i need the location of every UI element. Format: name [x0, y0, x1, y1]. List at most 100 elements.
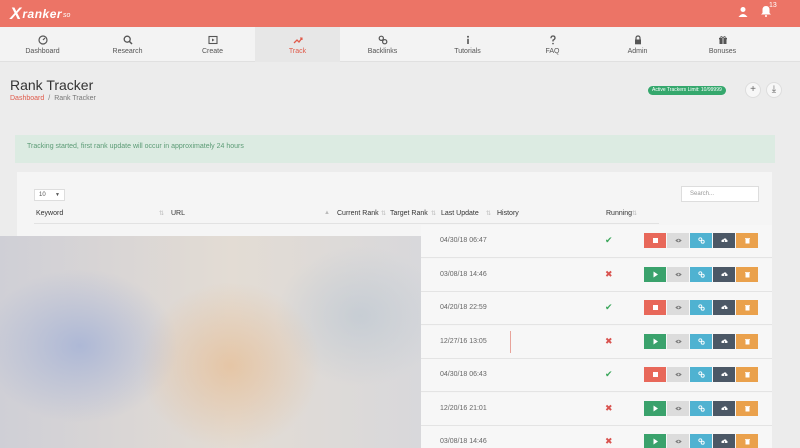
sort-asc-icon[interactable]: ▲: [324, 210, 330, 216]
stop-tracking-button[interactable]: [644, 233, 666, 248]
logo-suffix: so: [63, 12, 71, 19]
breadcrumb-dashboard-link[interactable]: Dashboard: [10, 95, 44, 102]
column-header-history: History: [497, 210, 519, 217]
ranker-logo[interactable]: X ranker so: [10, 4, 71, 23]
active-trackers-limit-badge: Active Trackers Limit: 10/99999: [648, 86, 726, 95]
view-button[interactable]: [667, 367, 689, 382]
nav-label: Tutorials: [454, 47, 481, 55]
download-report-button[interactable]: [713, 233, 735, 248]
download-button[interactable]: ⤓: [766, 82, 782, 98]
nav-bonuses[interactable]: Bonuses: [680, 27, 765, 62]
chevron-down-icon: ▼: [55, 192, 60, 198]
sort-icon[interactable]: ⇅: [431, 210, 436, 217]
nav-label: Bonuses: [708, 47, 737, 55]
cloud-download-icon: [720, 372, 728, 378]
running-check-icon: ✔: [605, 235, 613, 245]
view-button[interactable]: [667, 333, 689, 349]
download-report-button[interactable]: [713, 300, 735, 315]
open-link-button[interactable]: [690, 266, 712, 282]
link-icon: [697, 404, 705, 412]
cloud-download-icon: [720, 238, 728, 244]
column-header-current-rank[interactable]: Current Rank: [337, 210, 379, 217]
play-square-icon: [207, 35, 218, 44]
last-update-cell: 12/20/16 21:01: [440, 404, 487, 412]
add-tracker-button[interactable]: +: [745, 82, 761, 98]
column-header-url[interactable]: URL: [171, 210, 185, 217]
delete-button[interactable]: [736, 367, 758, 382]
nav-dashboard[interactable]: Dashboard: [0, 27, 85, 62]
table-search-input[interactable]: Search...: [681, 186, 759, 202]
table-row: 04/30/18 06:47 ✔: [421, 225, 772, 258]
stop-tracking-button[interactable]: [644, 300, 666, 315]
sort-icon[interactable]: ⇅: [632, 210, 637, 217]
delete-button[interactable]: [736, 233, 758, 248]
row-actions: [644, 300, 759, 315]
eye-icon: [674, 272, 682, 276]
nav-tutorials[interactable]: Tutorials: [425, 27, 510, 62]
delete-button[interactable]: [736, 266, 758, 282]
trash-icon: [744, 305, 750, 311]
table-row: 03/08/18 14:46 ✖: [421, 426, 772, 448]
nav-faq[interactable]: FAQ: [510, 27, 595, 62]
open-link-button[interactable]: [690, 300, 712, 315]
start-tracking-button[interactable]: [644, 333, 666, 349]
start-tracking-button[interactable]: [644, 434, 666, 448]
nav-label: FAQ: [545, 47, 560, 55]
last-update-cell: 04/30/18 06:47: [440, 237, 487, 244]
stop-tracking-button[interactable]: [644, 367, 666, 382]
cloud-download-icon: [720, 271, 728, 277]
download-report-button[interactable]: [713, 333, 735, 349]
last-update-cell: 03/08/18 14:46: [440, 270, 487, 278]
table-row: 04/20/18 22:59 ✔: [421, 292, 772, 325]
row-actions: [644, 367, 759, 382]
start-tracking-button[interactable]: [644, 400, 666, 416]
open-link-button[interactable]: [690, 367, 712, 382]
open-link-button[interactable]: [690, 400, 712, 416]
question-icon: [549, 34, 556, 44]
eye-icon: [674, 238, 682, 243]
open-link-button[interactable]: [690, 233, 712, 248]
search-icon: [123, 35, 133, 45]
sort-icon[interactable]: ⇅: [381, 210, 386, 217]
eye-icon: [674, 439, 682, 444]
download-report-button[interactable]: [713, 266, 735, 282]
download-report-button[interactable]: [713, 400, 735, 416]
open-link-button[interactable]: [690, 333, 712, 349]
link-icon: [697, 438, 705, 445]
logo-mark: X: [10, 4, 21, 23]
delete-button[interactable]: [736, 400, 758, 416]
sort-icon[interactable]: ⇅: [486, 210, 491, 217]
column-header-target-rank[interactable]: Target Rank: [390, 210, 428, 217]
sort-icon[interactable]: ⇅: [159, 210, 164, 217]
user-icon[interactable]: [738, 6, 748, 18]
open-link-button[interactable]: [690, 434, 712, 448]
download-report-button[interactable]: [713, 434, 735, 448]
delete-button[interactable]: [736, 333, 758, 349]
page-length-select[interactable]: 10 ▼: [34, 189, 65, 201]
column-header-running[interactable]: Running: [606, 210, 632, 217]
column-header-last-update[interactable]: Last Update: [441, 210, 479, 217]
nav-track[interactable]: Track: [255, 27, 340, 62]
eye-icon: [674, 372, 682, 377]
view-button[interactable]: [667, 266, 689, 282]
breadcrumb-separator: /: [48, 95, 51, 102]
delete-button[interactable]: [736, 300, 758, 315]
view-button[interactable]: [667, 400, 689, 416]
delete-button[interactable]: [736, 434, 758, 448]
view-button[interactable]: [667, 233, 689, 248]
top-bar: X ranker so 13: [0, 0, 800, 27]
page-length-value: 10: [39, 192, 46, 198]
nav-research[interactable]: Research: [85, 27, 170, 62]
nav-create[interactable]: Create: [170, 27, 255, 62]
download-report-button[interactable]: [713, 367, 735, 382]
row-actions: [644, 266, 759, 282]
nav-admin[interactable]: Admin: [595, 27, 680, 62]
view-button[interactable]: [667, 300, 689, 315]
view-button[interactable]: [667, 434, 689, 448]
gift-icon: [718, 35, 727, 44]
column-header-keyword[interactable]: Keyword: [36, 210, 63, 217]
trash-icon: [744, 372, 750, 378]
nav-backlinks[interactable]: Backlinks: [340, 27, 425, 62]
stop-icon: [652, 238, 658, 243]
start-tracking-button[interactable]: [644, 266, 666, 282]
